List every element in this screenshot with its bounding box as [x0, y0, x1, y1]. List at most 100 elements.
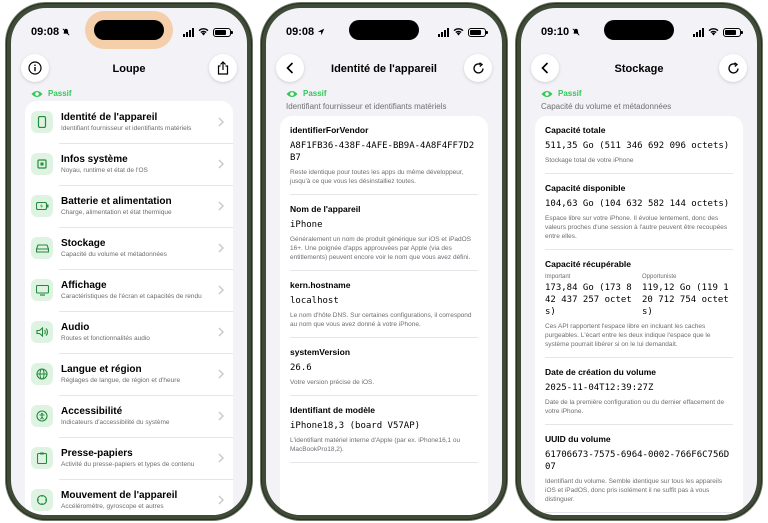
field-description: Généralement un nom de produit générique… [290, 236, 472, 261]
item-title: Presse-papiers [61, 447, 133, 459]
motion-icon [31, 489, 53, 511]
important-column: Important 173,84 Go (173 842 437 257 oct… [545, 274, 636, 318]
field-value[interactable]: localhost [290, 295, 478, 307]
phone-frame-home: 09:08 Loupe Passif Identité de l'apparei… [6, 3, 252, 520]
mode-label: Passif [558, 89, 582, 98]
reload-icon [472, 61, 484, 74]
list-item-display[interactable]: Affichage Caractéristiques de l'écran et … [25, 269, 233, 311]
list-item-identity[interactable]: Identité de l'appareil Identifiant fourni… [25, 101, 233, 143]
item-title: Identité de l'appareil [61, 111, 158, 123]
item-description: Caractéristiques de l'écran et capacités… [61, 292, 202, 300]
field-description: Reste identique pour toutes les apps du … [290, 169, 464, 185]
eye-icon [31, 90, 43, 97]
back-button[interactable] [531, 54, 559, 82]
field-label: systemVersion [290, 347, 351, 357]
chevron-right-icon [218, 411, 224, 421]
signal-icon [438, 27, 449, 37]
field-value[interactable]: 2025-11-04T12:39:27Z [545, 382, 733, 394]
field-description: Ces API rapportent l'espace libre en inc… [545, 323, 711, 348]
list-item-language[interactable]: Langue et région Réglages de langue, de r… [25, 353, 233, 395]
signal-icon [693, 27, 704, 37]
field-value[interactable]: 61706673-7575-6964-0002-766F6C756D07 [545, 449, 733, 473]
list-item-clipboard[interactable]: Presse-papiers Activité du presse-papiers… [25, 437, 233, 479]
status-bar: 09:08 [31, 25, 233, 39]
item-title: Audio [61, 321, 90, 333]
wifi-icon [453, 28, 464, 36]
field-system-version: systemVersion 26.6 Votre version précise… [290, 338, 478, 396]
share-icon [217, 61, 229, 75]
field-description: Date de la première configuration ou du … [545, 399, 725, 415]
opportunistic-value[interactable]: 119,12 Go (119 120 712 754 octets) [642, 282, 733, 318]
category-list: Identité de l'appareil Identifiant fourni… [25, 101, 233, 515]
share-button[interactable] [209, 54, 237, 82]
bell-muted-icon [62, 28, 70, 36]
important-value[interactable]: 173,84 Go (173 842 437 257 octets) [545, 282, 636, 318]
field-identifier-for-vendor: identifierForVendor A8F1FB36-438F-4AFE-B… [290, 116, 478, 195]
item-description: Noyau, runtime et état de l'OS [61, 166, 148, 174]
nav-bar: Stockage [531, 54, 747, 84]
item-title: Affichage [61, 279, 107, 291]
field-value[interactable]: iPhone [290, 219, 478, 231]
back-chevron-icon [286, 62, 294, 74]
status-time: 09:10 [541, 26, 570, 38]
field-label: Capacité disponible [545, 183, 626, 193]
item-description: Réglages de langue, de région et d'heure [61, 376, 181, 384]
field-label: Nom de l'appareil [290, 204, 361, 214]
list-item-accessibility[interactable]: Accessibilité Indicateurs d'accessibilité… [25, 395, 233, 437]
field-available-capacity: Capacité disponible 104,63 Go (104 632 5… [545, 174, 733, 250]
item-description: Charge, alimentation et état thermique [61, 208, 172, 216]
field-description: Stockage total de votre iPhone [545, 157, 634, 164]
field-value[interactable]: 511,35 Go (511 346 692 096 octets) [545, 140, 733, 152]
field-value[interactable]: 26.6 [290, 362, 478, 374]
identity-screen: 09:08 Identité de l'appareil Passif Iden… [266, 8, 502, 515]
field-label: identifierForVendor [290, 125, 369, 135]
nav-bar: Identité de l'appareil [276, 54, 492, 84]
field-value[interactable]: iPhone18,3 (board V57AP) [290, 420, 478, 432]
info-button[interactable] [21, 54, 49, 82]
chevron-right-icon [218, 285, 224, 295]
eye-icon [286, 90, 298, 97]
info-icon [28, 61, 42, 75]
storage-screen: 09:10 Stockage Passif Capacité du volume… [521, 8, 757, 515]
list-item-audio[interactable]: Audio Routes et fonctionnalités audio [25, 311, 233, 353]
wifi-icon [708, 28, 719, 36]
field-device-name: Nom de l'appareil iPhone Généralement un… [290, 195, 478, 271]
opportunistic-column: Opportuniste 119,12 Go (119 120 712 754 … [642, 274, 733, 318]
clipboard-icon [31, 447, 53, 469]
device-icon [31, 111, 53, 133]
wifi-icon [198, 28, 209, 36]
storage-drive-icon [31, 237, 53, 259]
field-description: Votre version précise de iOS. [290, 379, 375, 386]
mode-label: Passif [48, 89, 72, 98]
cpu-icon [31, 153, 53, 175]
phone-frame-identity: 09:08 Identité de l'appareil Passif Iden… [261, 3, 507, 520]
item-description: Routes et fonctionnalités audio [61, 334, 150, 342]
list-item-motion[interactable]: Mouvement de l'appareil Accéléromètre, gy… [25, 479, 233, 515]
item-description: Identifiant fournisseur et identifiants … [61, 124, 192, 132]
reload-icon [727, 61, 739, 74]
back-button[interactable] [276, 54, 304, 82]
status-time: 09:08 [31, 26, 60, 38]
mode-indicator: Passif [31, 89, 72, 98]
list-item-storage[interactable]: Stockage Capacité du volume et métadonnée… [25, 227, 233, 269]
status-time: 09:08 [286, 26, 315, 38]
status-bar: 09:08 [286, 25, 488, 39]
battery-charging-icon [31, 195, 53, 217]
nav-bar: Loupe [21, 54, 237, 84]
status-bar: 09:10 [541, 25, 743, 39]
field-label: Capacité récupérable [545, 259, 631, 269]
field-value[interactable]: 104,63 Go (104 632 582 144 octets) [545, 198, 733, 210]
eye-icon [541, 90, 553, 97]
bell-muted-icon [572, 28, 580, 36]
field-value[interactable]: A8F1FB36-438F-4AFE-BB9A-4A8F4FF7D2B7 [290, 140, 478, 164]
field-label: Capacité totale [545, 125, 606, 135]
battery-icon [213, 27, 233, 37]
list-item-battery[interactable]: Batterie et alimentation Charge, alimenta… [25, 185, 233, 227]
reload-button[interactable] [719, 54, 747, 82]
opportunistic-label: Opportuniste [642, 274, 677, 280]
item-title: Batterie et alimentation [61, 195, 172, 207]
page-title: Loupe [112, 63, 146, 75]
list-item-system-info[interactable]: Infos système Noyau, runtime et état de l… [25, 143, 233, 185]
reload-button[interactable] [464, 54, 492, 82]
field-description: Le nom d'hôte DNS. Sur certaines configu… [290, 312, 472, 328]
